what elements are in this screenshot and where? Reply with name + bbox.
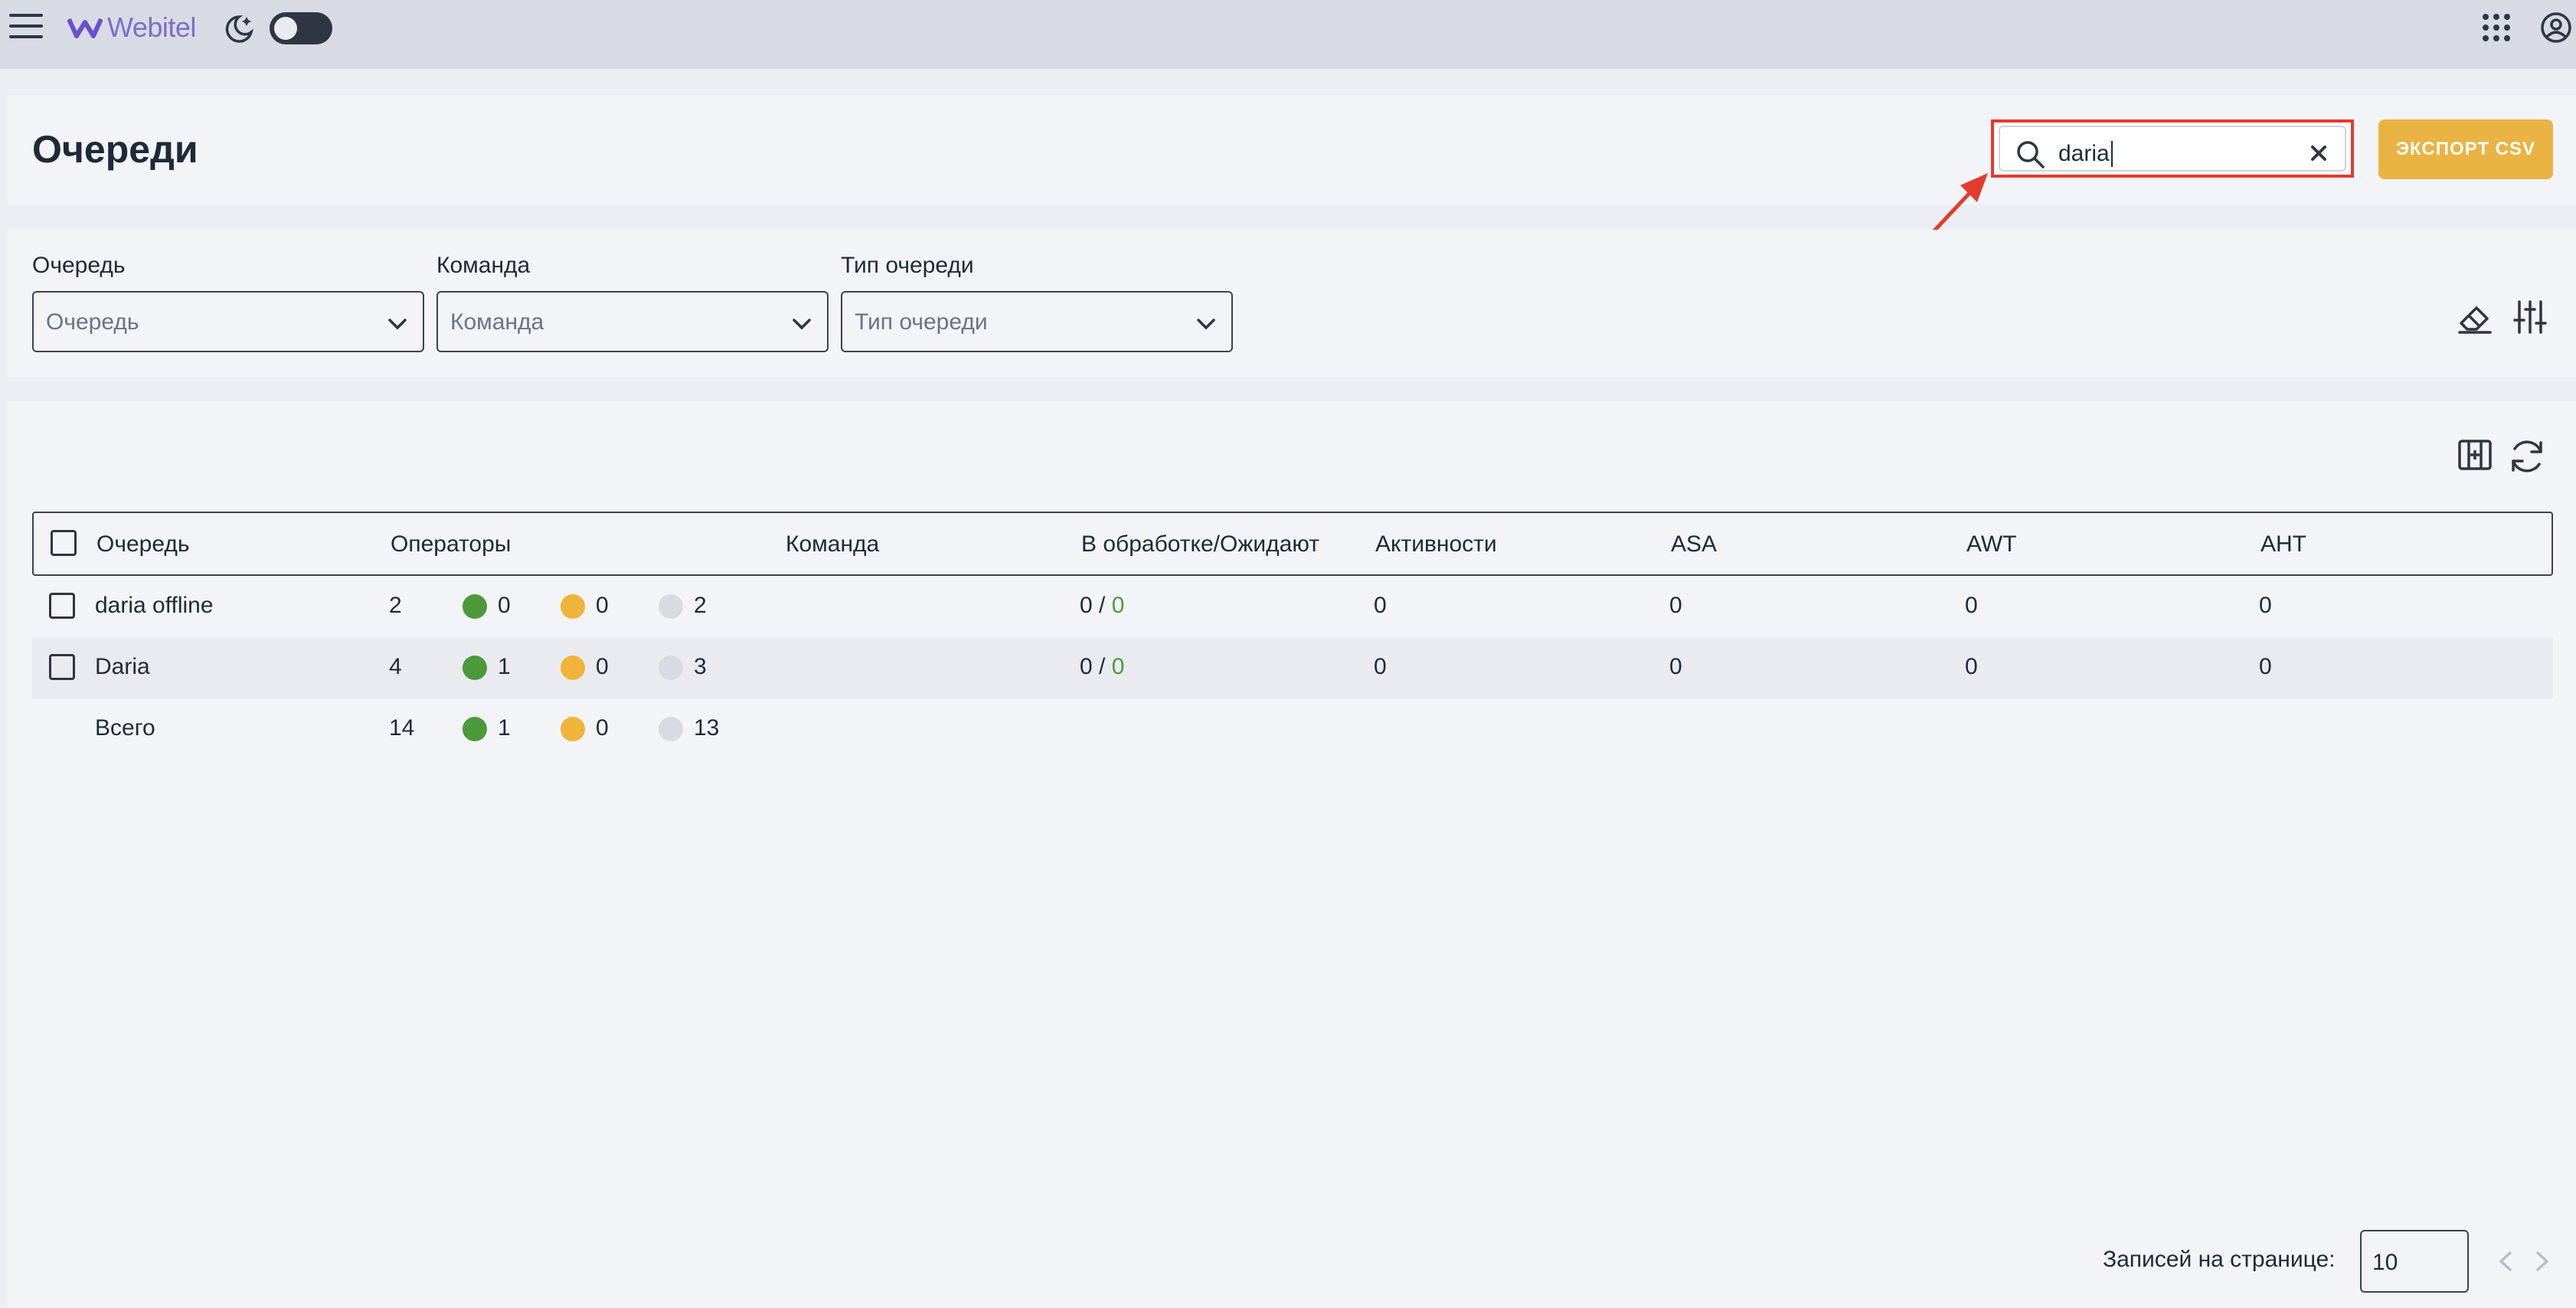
column-header-operators[interactable]: Операторы — [391, 531, 511, 558]
clear-search-icon[interactable] — [2306, 141, 2331, 165]
toggle-knob — [274, 17, 297, 40]
logo-text: Webitel — [107, 11, 196, 43]
processing-waiting: 0 / 0 — [1080, 654, 1125, 679]
aht-value: 0 — [2259, 654, 2272, 679]
operators-online: 0 — [463, 593, 511, 620]
select-all-checkbox[interactable] — [51, 530, 77, 556]
column-header-queue[interactable]: Очередь — [96, 531, 190, 558]
prev-page-icon[interactable] — [2493, 1248, 2519, 1274]
operators-pause: 0 — [561, 593, 609, 620]
column-header-processing-waiting[interactable]: В обработке/Ожидают — [1081, 531, 1319, 558]
filter-label: Очередь — [32, 253, 126, 278]
operators-offline: 13 — [659, 715, 719, 742]
row-checkbox[interactable] — [49, 593, 75, 619]
activities-value: 0 — [1374, 593, 1387, 618]
column-header-team[interactable]: Команда — [786, 531, 879, 558]
table-row[interactable]: daria offline 2 0 0 2 0 / 0 0 0 0 0 — [32, 576, 2553, 637]
theme-toggle[interactable] — [270, 12, 332, 44]
operators-offline: 3 — [659, 654, 707, 681]
chevron-down-icon — [1197, 319, 1215, 330]
table-row[interactable]: Daria 4 1 0 3 0 / 0 0 0 0 0 — [32, 637, 2553, 698]
search-icon — [2017, 141, 2045, 168]
sliders-icon[interactable] — [2510, 297, 2550, 337]
pause-status-dot — [561, 656, 585, 681]
operators-pause: 0 — [561, 654, 609, 681]
page-header: Очереди daria ЭКСПОРТ CSV — [8, 95, 2576, 205]
activities-value: 0 — [1374, 654, 1387, 679]
chevron-down-icon — [388, 319, 407, 330]
online-status-dot — [463, 656, 487, 681]
operators-offline: 2 — [659, 593, 707, 620]
rows-per-page-label: Записей на странице: — [2103, 1247, 2336, 1272]
page-title: Очереди — [32, 128, 198, 171]
column-select-icon[interactable] — [2455, 435, 2495, 475]
rows-per-page-value: 10 — [2372, 1250, 2398, 1275]
operators-total: 4 — [389, 654, 402, 679]
total-label: Всего — [95, 715, 155, 741]
filter-queue: Очередь Очередь — [32, 253, 424, 352]
column-header-aht[interactable]: AHT — [2261, 531, 2306, 558]
offline-status-dot — [659, 594, 683, 620]
next-page-icon[interactable] — [2529, 1248, 2555, 1274]
asa-value: 0 — [1669, 654, 1682, 679]
offline-status-dot — [659, 656, 683, 681]
app-logo[interactable]: Webitel — [67, 11, 196, 44]
search-highlight: daria — [1991, 119, 2354, 178]
filter-queue-type: Тип очереди Тип очереди — [841, 253, 1233, 352]
asa-value: 0 — [1669, 593, 1682, 618]
column-header-awt[interactable]: AWT — [1966, 531, 2017, 558]
select-placeholder: Очередь — [46, 309, 139, 335]
table-total-row: Всего 14 1 0 13 — [32, 698, 2553, 760]
search-input[interactable]: daria — [1999, 126, 2346, 172]
processing-waiting: 0 / 0 — [1080, 593, 1125, 618]
queue-type-select[interactable]: Тип очереди — [841, 291, 1233, 352]
filter-label: Тип очереди — [841, 253, 974, 278]
row-checkbox[interactable] — [49, 654, 75, 680]
column-header-asa[interactable]: ASA — [1671, 531, 1717, 558]
online-status-dot — [463, 717, 487, 742]
rows-per-page-input[interactable]: 10 — [2360, 1230, 2469, 1293]
queue-name[interactable]: Daria — [95, 654, 150, 680]
operators-online: 1 — [463, 715, 511, 742]
aht-value: 0 — [2259, 593, 2272, 618]
filter-label: Команда — [436, 253, 531, 278]
pause-status-dot — [561, 594, 585, 620]
refresh-icon[interactable] — [2506, 435, 2548, 478]
awt-value: 0 — [1965, 593, 1978, 618]
chevron-down-icon — [793, 319, 811, 330]
offline-status-dot — [659, 717, 683, 742]
operators-total: 14 — [389, 715, 415, 741]
table-header: Очередь Операторы Команда В обработке/Ож… — [32, 512, 2553, 576]
filters-panel: Очередь Очередь Команда Команда Тип очер… — [8, 230, 2576, 377]
search-value: daria — [2058, 141, 2113, 167]
queue-select[interactable]: Очередь — [32, 291, 424, 352]
menu-icon[interactable] — [9, 14, 43, 41]
team-select[interactable]: Команда — [436, 291, 829, 352]
logo-icon — [67, 18, 103, 38]
pause-status-dot — [561, 717, 585, 742]
column-header-activities[interactable]: Активности — [1375, 531, 1497, 558]
eraser-icon[interactable] — [2455, 299, 2495, 338]
queues-table-panel: Очередь Операторы Команда В обработке/Ож… — [8, 401, 2576, 1308]
apps-grid-icon[interactable] — [2483, 14, 2510, 41]
top-app-bar: Webitel — [0, 0, 2576, 69]
operators-online: 1 — [463, 654, 511, 681]
operators-total: 2 — [389, 593, 402, 618]
queue-name[interactable]: daria offline — [95, 593, 214, 619]
select-placeholder: Тип очереди — [855, 309, 988, 335]
export-csv-button[interactable]: ЭКСПОРТ CSV — [2378, 119, 2553, 179]
operators-pause: 0 — [561, 715, 609, 742]
select-placeholder: Команда — [450, 309, 544, 335]
account-icon[interactable] — [2539, 11, 2573, 44]
moon-icon — [225, 15, 254, 43]
filter-team: Команда Команда — [436, 253, 829, 352]
online-status-dot — [463, 594, 487, 620]
awt-value: 0 — [1965, 654, 1978, 679]
